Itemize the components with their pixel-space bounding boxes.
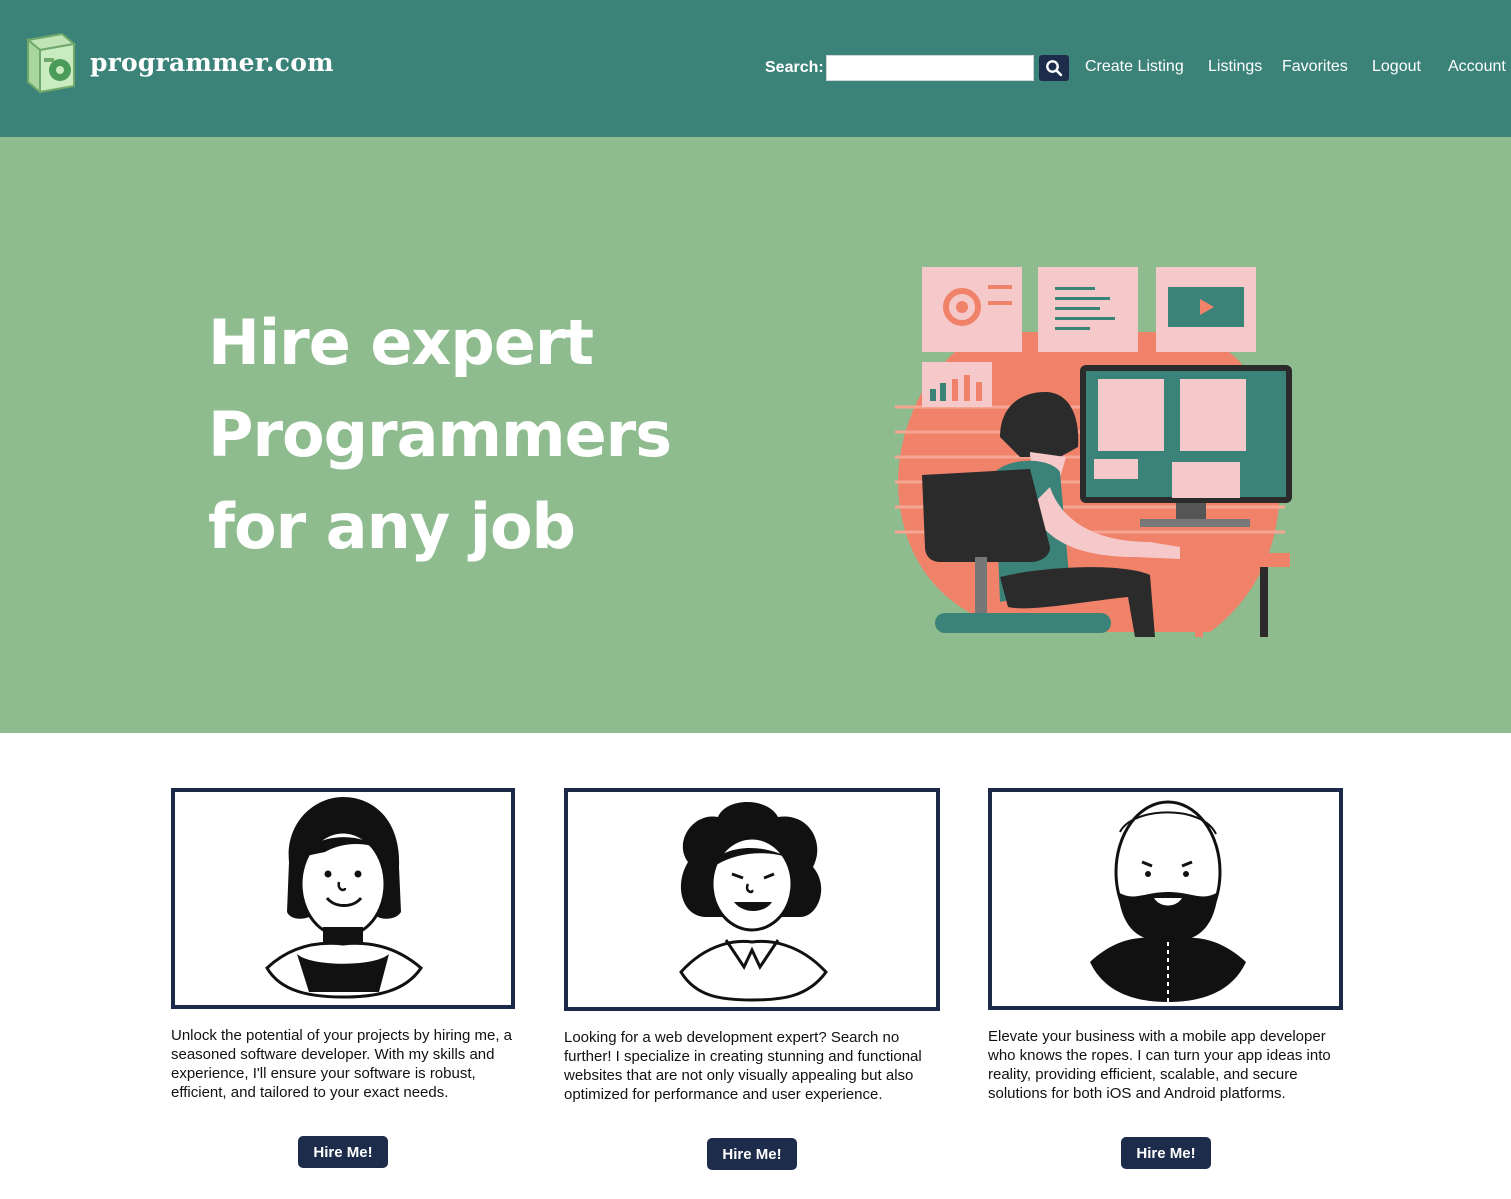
developer-card-description: Looking for a web development expert? Se… [564,1029,922,1103]
hire-me-button[interactable]: Hire Me! [707,1138,797,1170]
site-logo[interactable]: programmer.com [22,30,334,94]
brand-name: programmer.com [90,47,334,77]
hero-title: Hire expert Programmers for any job [208,297,672,573]
bearded-man-avatar-illustration [1090,800,1246,1002]
site-header: programmer.com Search: Create Listing Li… [0,0,1511,137]
developer-card-image [171,788,515,1009]
nav-create-listing[interactable]: Create Listing [1085,58,1184,76]
hire-me-button[interactable]: Hire Me! [1121,1137,1211,1169]
nav-listings[interactable]: Listings [1208,58,1262,76]
nav-favorites[interactable]: Favorites [1282,58,1348,76]
search-label: Search: [765,59,824,76]
woman-avatar-illustration [265,797,423,999]
hero-title-line: Programmers [208,398,672,471]
hire-me-button[interactable]: Hire Me! [298,1136,388,1168]
search-icon [1046,60,1063,77]
search-input[interactable] [826,55,1034,81]
hero-title-line: Hire expert [208,306,594,379]
programmer-at-desk-illustration [895,267,1292,637]
nav-logout[interactable]: Logout [1372,58,1421,76]
curly-hair-avatar-illustration [679,802,828,1002]
developer-card-image [564,788,940,1011]
hero-section: Hire expert Programmers for any job [0,137,1511,733]
developer-card-description: Elevate your business with a mobile app … [988,1028,1331,1102]
developer-card-image [988,788,1343,1010]
developer-card-description: Unlock the potential of your projects by… [171,1027,513,1101]
hero-title-line: for any job [208,490,576,563]
search-button[interactable] [1039,55,1069,81]
nav-account[interactable]: Account [1448,58,1506,76]
box-logo-icon [25,32,77,94]
